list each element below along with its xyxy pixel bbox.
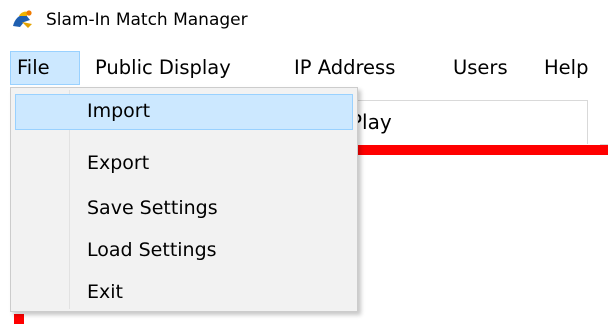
menu-public-display[interactable]: Public Display [88,51,238,85]
menu-ip-address[interactable]: IP Address [287,51,402,85]
menu-file[interactable]: File [10,51,80,85]
menu-users[interactable]: Users [446,51,515,85]
menu-item-exit[interactable]: Exit [15,275,353,311]
menu-item-save-settings[interactable]: Save Settings [15,191,353,227]
app-logo-icon [10,8,36,30]
red-marker [14,314,24,324]
menu-item-export-label: Export [87,152,150,174]
title-bar: Slam-In Match Manager [0,0,608,40]
app-window: Slam-In Match Manager File Public Displa… [0,0,608,324]
menu-bar: File Public Display IP Address Users Hel… [0,48,608,88]
menu-item-save-settings-label: Save Settings [87,197,218,219]
menu-item-exit-label: Exit [87,281,123,303]
menu-item-load-settings[interactable]: Load Settings [15,233,353,269]
menu-help[interactable]: Help [537,51,595,85]
file-dropdown-menu: Import Export Save Settings Load Setting… [10,87,358,312]
status-bar-red [352,145,608,155]
menu-item-load-settings-label: Load Settings [87,239,217,261]
menu-item-import[interactable]: Import [15,94,353,130]
menu-item-export[interactable]: Export [15,146,353,182]
menu-item-import-label: Import [87,100,151,122]
window-title: Slam-In Match Manager [46,10,248,30]
